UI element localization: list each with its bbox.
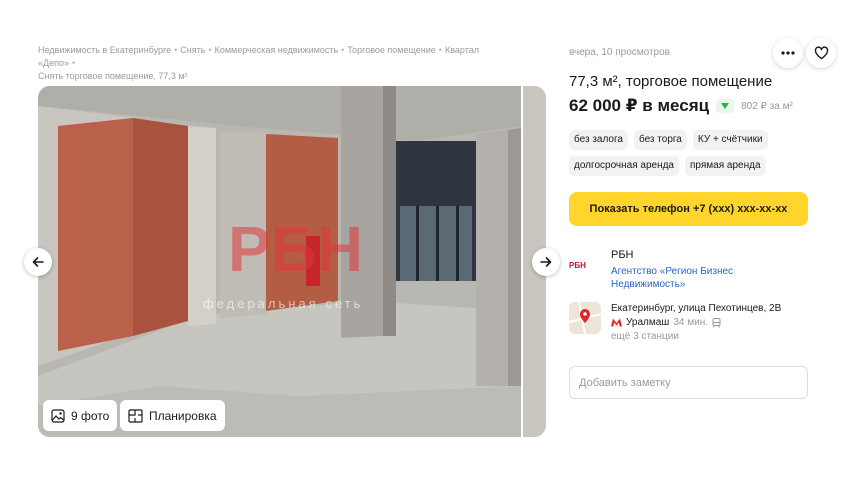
- arrow-right-icon: [540, 257, 552, 267]
- listing-meta: вчера, 10 просмотров: [569, 47, 670, 58]
- breadcrumb-separator: •: [208, 45, 212, 55]
- metro-time: 34 мин.: [673, 317, 708, 328]
- price-row: 62 000 ₽ в месяц 802 ₽ за м²: [569, 96, 793, 116]
- listing-tags: без залога без торга КУ + счётчики долго…: [569, 130, 814, 176]
- floor-plan-label: Планировка: [149, 408, 217, 423]
- listing-photo[interactable]: РБН федеральная сеть: [38, 86, 521, 437]
- photo-gallery[interactable]: РБН федеральная сеть: [38, 86, 546, 437]
- transport-icon: [712, 317, 721, 328]
- breadcrumb-item[interactable]: Коммерческая недвижимость: [215, 45, 339, 55]
- more-stations-link[interactable]: ещё 3 станции: [611, 331, 679, 342]
- interior-photo-illustration: РБН федеральная сеть: [38, 86, 521, 437]
- metro-logo-icon: [611, 318, 622, 327]
- image-icon: [51, 408, 65, 423]
- tag: без залога: [569, 130, 628, 150]
- tag: без торга: [633, 130, 687, 150]
- breadcrumb-separator: •: [174, 45, 178, 55]
- map-pin-icon: [569, 302, 601, 334]
- tag: КУ + счётчики: [692, 130, 768, 150]
- map-thumbnail[interactable]: [569, 302, 601, 334]
- breadcrumb-current: Снять торговое помещение, 77,3 м²: [38, 71, 188, 81]
- agency-logo[interactable]: РБН: [569, 258, 601, 272]
- add-note-input[interactable]: [569, 366, 808, 399]
- more-options-button[interactable]: [773, 38, 803, 68]
- breadcrumb: Недвижимость в Екатеринбурге • Снять • Комме…: [38, 44, 518, 83]
- prev-photo-button[interactable]: [24, 248, 52, 276]
- show-phone-button[interactable]: Показать телефон +7 (xxx) xxx-xx-xx: [569, 192, 808, 226]
- price-per-m2: 802 ₽ за м²: [741, 100, 793, 112]
- address: Екатеринбург, улица Пехотинцев, 2В: [611, 303, 782, 314]
- listing-title: 77,3 м², торговое помещение: [569, 73, 773, 90]
- all-photos-label: 9 фото: [71, 408, 110, 423]
- arrow-left-icon: [32, 257, 44, 267]
- metro-row: Уралмаш 34 мин.: [611, 317, 721, 328]
- price-trend-badge[interactable]: [716, 99, 735, 113]
- floor-plan-button[interactable]: Планировка: [120, 400, 225, 431]
- metro-station: Уралмаш: [626, 317, 670, 328]
- all-photos-button[interactable]: 9 фото: [43, 400, 118, 431]
- tag: прямая аренда: [685, 156, 766, 176]
- agency-name[interactable]: РБН: [611, 249, 634, 261]
- next-photo-button[interactable]: [532, 248, 560, 276]
- watermark-logo: РБН: [228, 213, 363, 285]
- breadcrumb-separator: •: [438, 45, 442, 55]
- triangle-down-icon: [721, 103, 730, 109]
- more-dots-icon: [781, 51, 795, 55]
- breadcrumb-separator: •: [341, 45, 345, 55]
- watermark-text: федеральная сеть: [203, 296, 363, 311]
- listing-price: 62 000 ₽ в месяц: [569, 96, 710, 115]
- favorite-button[interactable]: [806, 38, 836, 68]
- floor-plan-icon: [128, 408, 143, 423]
- agency-full-name-link[interactable]: Агентство «Регион Бизнес Недвижимость»: [611, 265, 791, 291]
- tag: долгосрочная аренда: [569, 156, 679, 176]
- agency-logo-text: РБН: [569, 260, 586, 270]
- breadcrumb-item[interactable]: Снять: [180, 45, 205, 55]
- breadcrumb-item[interactable]: Торговое помещение: [347, 45, 435, 55]
- breadcrumb-item[interactable]: Недвижимость в Екатеринбурге: [38, 45, 171, 55]
- breadcrumb-separator: •: [72, 58, 76, 68]
- heart-icon: [814, 46, 828, 60]
